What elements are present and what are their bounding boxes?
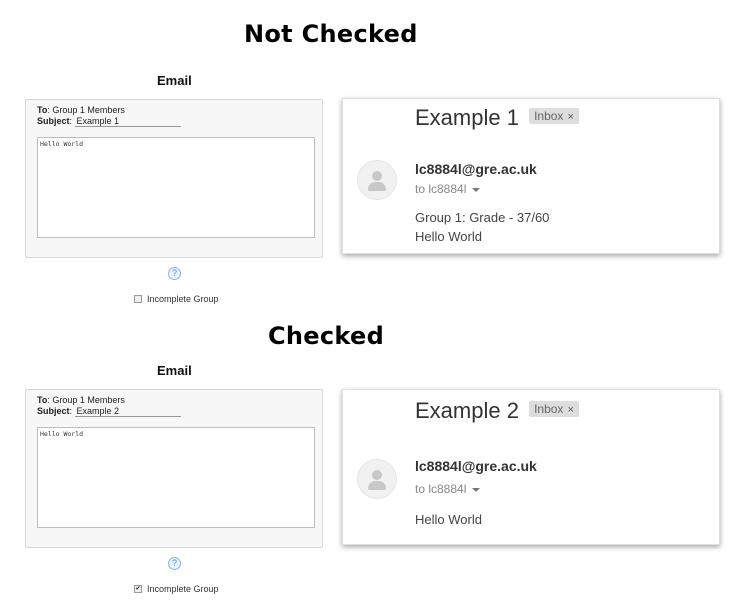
received-email-card: Example 1 Inbox × lc8884l@gre.ac.uk to lc… — [342, 98, 720, 254]
incomplete-group-label: Incomplete Group — [147, 584, 219, 594]
email-label: Email — [157, 73, 192, 88]
subject-row: Subject: Example 2 — [37, 406, 181, 417]
recipient-text: to lc8884l — [415, 482, 467, 496]
inbox-label-text: Inbox — [534, 109, 564, 124]
mail-body-line: Hello World — [415, 229, 482, 244]
compose-panel: To: Group 1 Members Subject: Example 1 H… — [25, 99, 323, 258]
help-icon[interactable]: ? — [168, 267, 181, 280]
subject-row: Subject: Example 1 — [37, 116, 181, 127]
subject-input[interactable]: Example 2 — [74, 406, 181, 417]
to-row: To: Group 1 Members — [37, 395, 125, 405]
sender-email: lc8884l@gre.ac.uk — [415, 161, 537, 177]
subject-input[interactable]: Example 1 — [74, 116, 181, 127]
mail-body-line: Group 1: Grade - 37/60 — [415, 210, 550, 225]
mail-subject: Example 2 Inbox × — [415, 398, 579, 424]
recipient-text: to lc8884l — [415, 182, 467, 196]
sender-email: lc8884l@gre.ac.uk — [415, 458, 537, 474]
sender-avatar-icon — [357, 459, 397, 499]
chevron-down-icon[interactable] — [472, 187, 481, 192]
message-body-textarea[interactable]: Hello World — [37, 137, 315, 238]
help-icon[interactable]: ? — [168, 557, 181, 570]
mail-subject: Example 1 Inbox × — [415, 105, 579, 131]
incomplete-group-checkbox[interactable]: ✔ — [134, 585, 142, 593]
to-label: To — [37, 395, 48, 405]
remove-label-icon[interactable]: × — [567, 404, 573, 416]
mail-body-line: Hello World — [415, 512, 482, 527]
recipient-line[interactable]: to lc8884l — [415, 482, 481, 496]
remove-label-icon[interactable]: × — [567, 111, 573, 123]
to-value: Group 1 Members — [52, 105, 125, 115]
compose-panel: To: Group 1 Members Subject: Example 2 H… — [25, 389, 323, 548]
incomplete-group-label: Incomplete Group — [147, 294, 219, 304]
received-email-card: Example 2 Inbox × lc8884l@gre.ac.uk to lc… — [342, 389, 720, 545]
mail-subject-text: Example 1 — [415, 105, 519, 130]
section-title-checked: Checked — [268, 322, 385, 350]
sender-avatar-icon — [357, 160, 397, 200]
incomplete-group-checkbox[interactable] — [134, 295, 142, 303]
to-value: Group 1 Members — [52, 395, 125, 405]
inbox-label-badge: Inbox × — [529, 401, 579, 418]
to-row: To: Group 1 Members — [37, 105, 125, 115]
chevron-down-icon[interactable] — [472, 487, 481, 492]
incomplete-group-checkbox-row[interactable]: Incomplete Group — [134, 294, 219, 304]
incomplete-group-checkbox-row[interactable]: ✔ Incomplete Group — [134, 584, 219, 594]
inbox-label-badge: Inbox × — [529, 108, 579, 125]
inbox-label-text: Inbox — [534, 402, 564, 417]
message-body-textarea[interactable]: Hello World — [37, 427, 315, 528]
mail-subject-text: Example 2 — [415, 398, 519, 423]
email-label: Email — [157, 363, 192, 378]
subject-label: Subject — [37, 116, 70, 126]
section-title-not-checked: Not Checked — [244, 20, 418, 48]
subject-label: Subject — [37, 406, 70, 416]
to-label: To — [37, 105, 48, 115]
recipient-line[interactable]: to lc8884l — [415, 182, 481, 196]
